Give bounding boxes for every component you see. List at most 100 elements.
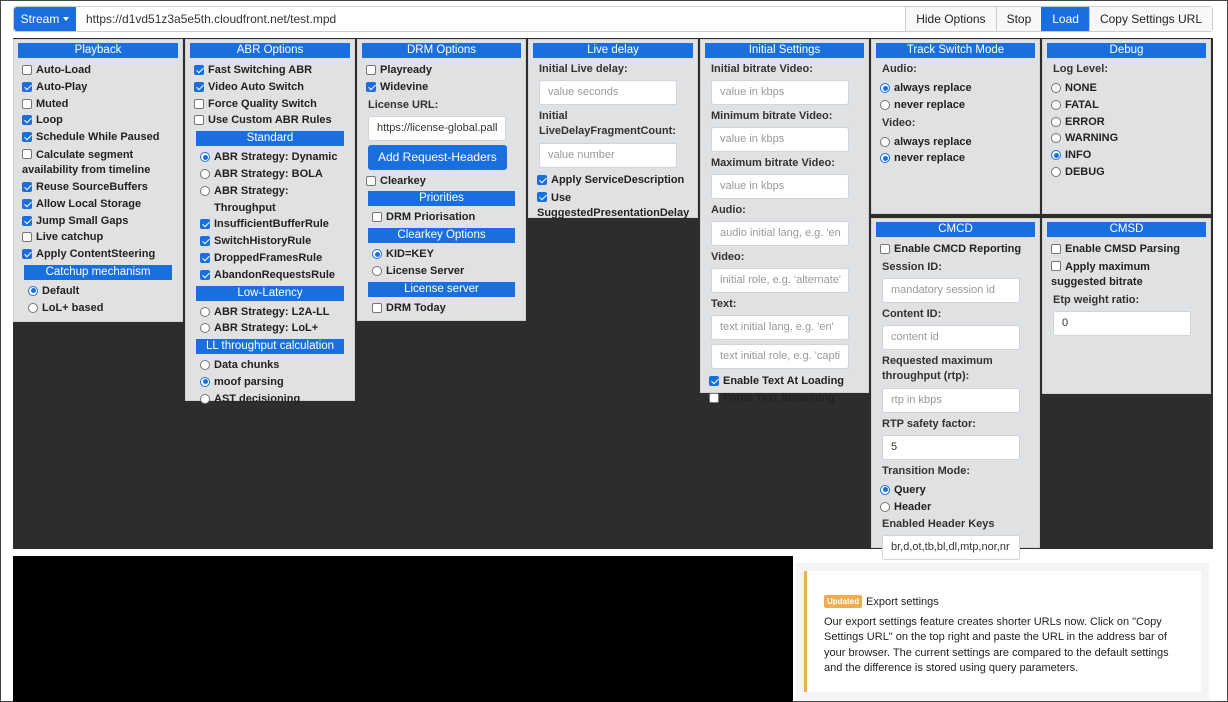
enabled-keys-input[interactable]: br,d,ot,tb,bl,dl,mtp,nor,nr (882, 535, 1020, 561)
checkbox-checked-icon[interactable] (22, 81, 32, 92)
clearkey-checkbox[interactable]: Clearkey (362, 173, 521, 190)
abr-l2a-radio[interactable]: ABR Strategy: L2A-LL (190, 304, 350, 321)
insufficient-buffer-rule-checkbox[interactable]: InsufficientBufferRule (190, 216, 350, 233)
playready-checkbox[interactable]: Playready (362, 62, 521, 79)
enable-text-at-loading-checkbox[interactable]: Enable Text At Loading (705, 373, 864, 390)
apply-service-description-checkbox[interactable]: Apply ServiceDescription (533, 172, 693, 189)
checkbox-icon[interactable] (1051, 260, 1061, 271)
checkbox-checked-icon[interactable] (537, 175, 547, 185)
checkbox-icon[interactable] (1051, 244, 1061, 254)
radio-icon[interactable] (1051, 99, 1061, 110)
abr-bola-radio[interactable]: ABR Strategy: BOLA (190, 166, 350, 183)
radio-icon[interactable] (200, 393, 210, 404)
force-quality-switch-checkbox[interactable]: Force Quality Switch (190, 96, 350, 113)
radio-selected-icon[interactable] (880, 484, 890, 495)
auto-load-checkbox[interactable]: Auto-Load (18, 62, 178, 79)
rtp-safety-input[interactable]: 5 (882, 434, 1020, 460)
calculate-segment-checkbox[interactable]: Calculate segment availability from time… (18, 146, 178, 179)
hide-options-button[interactable]: Hide Options (905, 7, 996, 31)
log-debug-radio[interactable]: DEBUG (1047, 164, 1206, 181)
log-warning-radio[interactable]: WARNING (1047, 130, 1206, 147)
radio-icon[interactable] (1051, 166, 1061, 177)
initial-live-delay-input[interactable]: value seconds (539, 80, 677, 105)
checkbox-checked-icon[interactable] (200, 236, 210, 247)
abandon-requests-rule-checkbox[interactable]: AbandonRequestsRule (190, 267, 350, 284)
max-bitrate-input[interactable]: value in kbps (711, 174, 849, 199)
checkbox-checked-icon[interactable] (366, 81, 376, 92)
video-player[interactable] (13, 556, 793, 702)
reuse-source-buffers-checkbox[interactable]: Reuse SourceBuffers (18, 179, 178, 196)
catchup-lol-radio[interactable]: LoL+ based (18, 300, 178, 317)
radio-selected-icon[interactable] (1051, 150, 1061, 161)
log-fatal-radio[interactable]: FATAL (1047, 97, 1206, 114)
checkbox-checked-icon[interactable] (22, 181, 32, 192)
schedule-while-paused-checkbox[interactable]: Schedule While Paused (18, 129, 178, 146)
checkbox-checked-icon[interactable] (200, 252, 210, 263)
stream-url-input[interactable] (76, 7, 906, 31)
checkbox-checked-icon[interactable] (22, 198, 32, 209)
allow-local-storage-checkbox[interactable]: Allow Local Storage (18, 196, 178, 213)
radio-icon[interactable] (1051, 133, 1061, 144)
checkbox-checked-icon[interactable] (537, 191, 547, 202)
enable-cmsd-checkbox[interactable]: Enable CMSD Parsing (1047, 241, 1206, 258)
checkbox-icon[interactable] (709, 392, 719, 403)
audio-always-replace-radio[interactable]: always replace (876, 80, 1035, 97)
force-text-streaming-checkbox[interactable]: Force Text Streaming (705, 390, 864, 407)
log-none-radio[interactable]: NONE (1047, 80, 1206, 97)
video-role-input[interactable]: initial role, e.g. 'alternate' (711, 268, 849, 293)
checkbox-icon[interactable] (880, 244, 890, 254)
radio-icon[interactable] (28, 302, 38, 313)
muted-checkbox[interactable]: Muted (18, 96, 178, 113)
radio-icon[interactable] (880, 99, 890, 110)
checkbox-icon[interactable] (372, 212, 382, 223)
checkbox-icon[interactable] (194, 115, 204, 126)
auto-play-checkbox[interactable]: Auto-Play (18, 79, 178, 96)
rtp-input[interactable]: rtp in kbps (882, 387, 1020, 413)
checkbox-checked-icon[interactable] (194, 81, 204, 92)
radio-icon[interactable] (200, 360, 210, 371)
abr-lolp-radio[interactable]: ABR Strategy: LoL+ (190, 320, 350, 337)
stream-dropdown-button[interactable]: Stream (14, 7, 76, 31)
checkbox-icon[interactable] (22, 148, 32, 159)
widevine-checkbox[interactable]: Widevine (362, 79, 521, 96)
radio-selected-icon[interactable] (880, 153, 890, 164)
add-request-headers-button[interactable]: Add Request-Headers (368, 144, 507, 170)
enable-cmcd-checkbox[interactable]: Enable CMCD Reporting (876, 241, 1035, 258)
stop-button[interactable]: Stop (995, 7, 1042, 31)
checkbox-icon[interactable] (22, 98, 32, 109)
switch-history-rule-checkbox[interactable]: SwitchHistoryRule (190, 233, 350, 250)
abr-dynamic-radio[interactable]: ABR Strategy: Dynamic (190, 149, 350, 166)
checkbox-checked-icon[interactable] (200, 219, 210, 230)
catchup-default-radio[interactable]: Default (18, 283, 178, 300)
radio-icon[interactable] (200, 323, 210, 334)
video-never-replace-radio[interactable]: never replace (876, 150, 1035, 167)
video-auto-switch-checkbox[interactable]: Video Auto Switch (190, 79, 350, 96)
audio-lang-input[interactable]: audio initial lang, e.g. 'en (711, 221, 849, 246)
text-lang-input[interactable]: text initial lang, e.g. 'en' (711, 315, 849, 340)
transition-query-radio[interactable]: Query (876, 482, 1035, 499)
abr-throughput-radio[interactable]: ABR Strategy: Throughput (190, 183, 350, 217)
checkbox-checked-icon[interactable] (709, 376, 719, 386)
radio-selected-icon[interactable] (200, 376, 210, 387)
log-info-radio[interactable]: INFO (1047, 147, 1206, 164)
apply-content-steering-checkbox[interactable]: Apply ContentSteering (18, 246, 178, 263)
radio-icon[interactable] (880, 136, 890, 147)
moof-parsing-radio[interactable]: moof parsing (190, 374, 350, 391)
session-id-input[interactable]: mandatory session id (882, 277, 1020, 303)
checkbox-icon[interactable] (22, 65, 32, 75)
checkbox-checked-icon[interactable] (22, 249, 32, 260)
radio-selected-icon[interactable] (200, 152, 210, 163)
ast-decisioning-radio[interactable]: AST decisioning (190, 391, 350, 408)
dropped-frames-rule-checkbox[interactable]: DroppedFramesRule (190, 250, 350, 267)
live-catchup-checkbox[interactable]: Live catchup (18, 229, 178, 246)
radio-icon[interactable] (880, 501, 890, 512)
checkbox-icon[interactable] (366, 175, 376, 186)
audio-never-replace-radio[interactable]: never replace (876, 97, 1035, 114)
license-server-radio[interactable]: License Server (362, 263, 521, 280)
drm-priorisation-checkbox[interactable]: DRM Priorisation (362, 209, 521, 226)
text-role-input[interactable]: text initial role, e.g. 'capti (711, 344, 849, 369)
transition-header-radio[interactable]: Header (876, 499, 1035, 516)
fragment-count-input[interactable]: value number (539, 143, 677, 168)
radio-selected-icon[interactable] (372, 249, 382, 260)
checkbox-icon[interactable] (194, 98, 204, 109)
